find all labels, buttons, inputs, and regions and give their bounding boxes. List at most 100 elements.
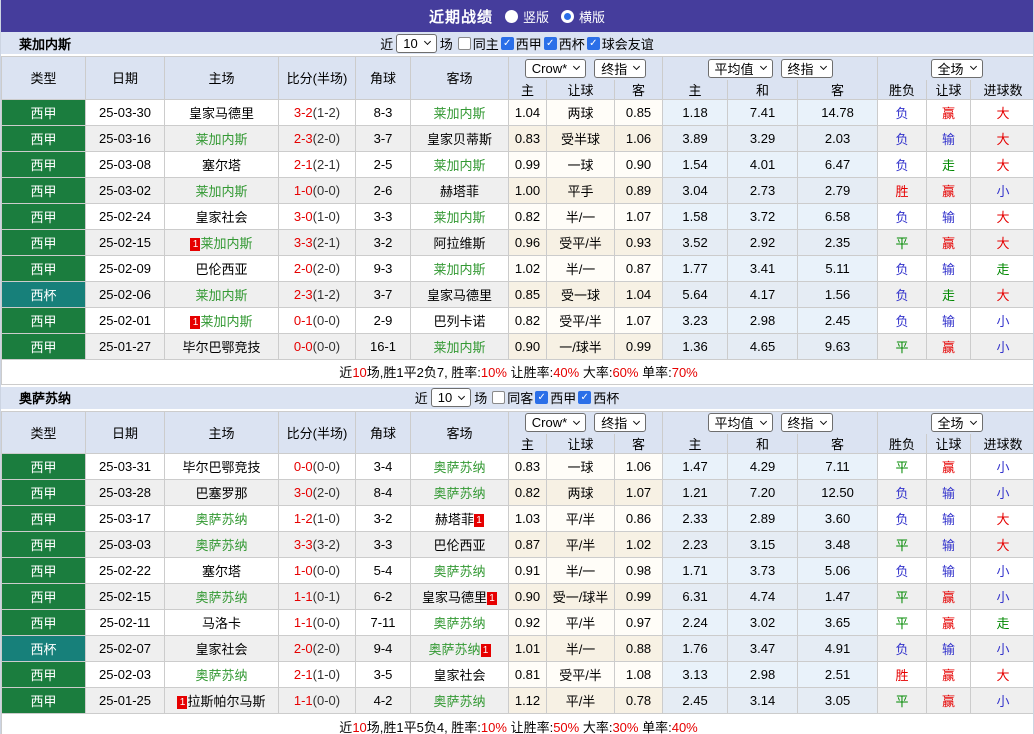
away-team-cell[interactable]: 莱加内斯	[410, 254, 509, 282]
home-team-cell[interactable]: 塞尔塔	[164, 557, 279, 584]
away-team-cell[interactable]: 皇家贝蒂斯	[410, 124, 509, 152]
filter-checkbox[interactable]: ✓ 西甲	[500, 34, 542, 53]
fulltime-select[interactable]: 全场	[930, 413, 983, 433]
away-team-cell[interactable]: 莱加内斯	[410, 98, 509, 126]
odds-time-select[interactable]: 终指	[594, 413, 647, 433]
home-team-cell[interactable]: 莱加内斯	[164, 124, 279, 152]
home-team-cell[interactable]: 1 莱加内斯	[164, 228, 279, 256]
avg-odds-cell: 2.03	[797, 124, 879, 152]
bookmaker-select[interactable]: Crow*	[524, 58, 587, 78]
handicap-odds-cell: 0.92	[508, 609, 547, 636]
home-team-cell[interactable]: 塞尔塔	[164, 150, 279, 178]
chevron-down-icon	[573, 417, 581, 425]
filter-checkbox[interactable]: ✓ 西杯	[578, 388, 619, 407]
odds-time-select[interactable]: 终指	[780, 58, 833, 78]
away-team-cell[interactable]: 皇家马德里 1	[410, 583, 509, 610]
home-team-cell[interactable]: 奥萨苏纳	[164, 505, 279, 532]
filter-checkbox[interactable]: ✓ 西杯	[543, 34, 585, 53]
recent-count-select[interactable]: 10	[430, 388, 472, 407]
average-select[interactable]: 平均值	[707, 413, 773, 433]
home-team-cell[interactable]: 莱加内斯	[164, 176, 279, 204]
away-team-cell[interactable]: 莱加内斯	[410, 332, 509, 360]
radio-button-icon[interactable]	[504, 9, 518, 23]
home-team-cell[interactable]: 1 莱加内斯	[164, 306, 279, 334]
home-team-cell[interactable]: 巴伦西亚	[164, 254, 279, 282]
result-cell: 平	[877, 687, 928, 714]
radio-button-icon[interactable]	[561, 9, 574, 23]
league-cell: 西甲	[1, 609, 86, 636]
chevron-down-icon	[759, 63, 767, 71]
league-cell: 西甲	[1, 661, 86, 688]
home-team-cell[interactable]: 皇家社会	[164, 635, 279, 662]
checkbox-checked-icon[interactable]: ✓	[535, 391, 549, 404]
filter-checkbox[interactable]: 同客	[492, 388, 533, 407]
away-team-cell[interactable]: 赫塔菲	[410, 176, 509, 204]
away-team-cell[interactable]: 奥萨苏纳	[410, 557, 509, 584]
odds-time-select[interactable]: 终指	[594, 58, 647, 78]
away-team-cell[interactable]: 奥萨苏纳 1	[410, 635, 509, 662]
handicap-odds-cell: 0.82	[508, 306, 547, 334]
score-main: 3-3	[293, 537, 313, 552]
team-name-text: 奥萨苏纳	[195, 590, 248, 605]
handicap-odds-cell: 两球	[546, 98, 615, 126]
home-team-cell[interactable]: 奥萨苏纳	[164, 583, 279, 610]
away-team-cell[interactable]: 奥萨苏纳	[410, 687, 509, 714]
layout-radio[interactable]: 横版	[561, 7, 605, 26]
score-main: 0-0	[293, 459, 313, 474]
home-team-cell[interactable]: 皇家社会	[164, 202, 279, 230]
average-select[interactable]: 平均值	[707, 58, 773, 78]
home-team-cell[interactable]: 莱加内斯	[164, 280, 279, 308]
layout-radio[interactable]: 竖版	[504, 7, 549, 26]
filter-checkbox[interactable]: ✓ 球会友谊	[586, 34, 654, 53]
date-cell: 25-01-27	[85, 332, 165, 360]
summary-row: 近10场,胜1平2负7, 胜率:10% 让胜率:40% 大率:60% 单率:70…	[1, 358, 1033, 385]
date-cell: 25-03-08	[85, 150, 165, 178]
away-team-cell[interactable]: 皇家社会	[410, 661, 509, 688]
away-team-cell[interactable]: 奥萨苏纳	[410, 479, 509, 506]
score-cell: 1-0(0-0)	[278, 176, 356, 204]
checkbox-unchecked-icon[interactable]	[457, 36, 471, 50]
away-team-cell[interactable]: 奥萨苏纳	[410, 609, 509, 636]
date-cell: 25-01-25	[85, 687, 165, 714]
away-team-cell[interactable]: 阿拉维斯	[410, 228, 509, 256]
checkbox-unchecked-icon[interactable]	[492, 391, 506, 404]
bookmaker-select[interactable]: Crow*	[524, 413, 587, 433]
away-team-cell[interactable]: 莱加内斯	[410, 150, 509, 178]
summary-segment: 单率:	[638, 365, 672, 380]
filter-checkbox[interactable]: ✓ 西甲	[535, 388, 576, 407]
away-team-cell[interactable]: 皇家马德里	[410, 280, 509, 308]
fulltime-select[interactable]: 全场	[930, 58, 983, 78]
home-team-cell[interactable]: 马洛卡	[164, 609, 279, 636]
away-team-cell[interactable]: 巴列卡诺	[410, 306, 509, 334]
handicap-odds-cell: 0.83	[508, 453, 547, 480]
checkbox-checked-icon[interactable]: ✓	[586, 36, 600, 50]
recent-count-select[interactable]: 10	[396, 33, 437, 53]
odds-time-select[interactable]: 终指	[780, 413, 833, 433]
home-team-cell[interactable]: 奥萨苏纳	[164, 531, 279, 558]
title-bar: 近期战绩 竖版 横版	[1, 0, 1033, 32]
home-team-cell[interactable]: 奥萨苏纳	[164, 661, 279, 688]
avg-odds-cell: 6.58	[797, 202, 879, 230]
checkbox-checked-icon[interactable]: ✓	[578, 391, 592, 404]
corner-cell: 3-7	[355, 280, 411, 308]
home-team-cell[interactable]: 毕尔巴鄂竞技	[164, 453, 279, 480]
filter-checkbox[interactable]: 同主	[457, 34, 499, 53]
away-team-cell[interactable]: 赫塔菲 1	[410, 505, 509, 532]
avg-odds-cell: 3.29	[727, 124, 799, 152]
checkbox-checked-icon[interactable]: ✓	[543, 36, 557, 50]
score-main: 2-0	[293, 260, 313, 276]
home-team-cell[interactable]: 毕尔巴鄂竞技	[164, 332, 279, 360]
away-team-cell[interactable]: 奥萨苏纳	[410, 453, 509, 480]
home-team-cell[interactable]: 皇家马德里	[164, 98, 279, 126]
home-team-cell[interactable]: 1 拉斯帕尔马斯	[164, 687, 279, 714]
away-team-cell[interactable]: 莱加内斯	[410, 202, 509, 230]
result-cell: 负	[877, 280, 928, 308]
recent-count-value: 10	[403, 35, 418, 51]
result-cell: 赢	[926, 687, 972, 714]
result-cell: 小	[970, 453, 1033, 480]
away-team-cell[interactable]: 巴伦西亚	[410, 531, 509, 558]
avg-odds-cell: 2.45	[797, 306, 879, 334]
checkbox-checked-icon[interactable]: ✓	[500, 36, 514, 50]
home-team-cell[interactable]: 巴塞罗那	[164, 479, 279, 506]
recent-label: 近	[414, 391, 428, 406]
